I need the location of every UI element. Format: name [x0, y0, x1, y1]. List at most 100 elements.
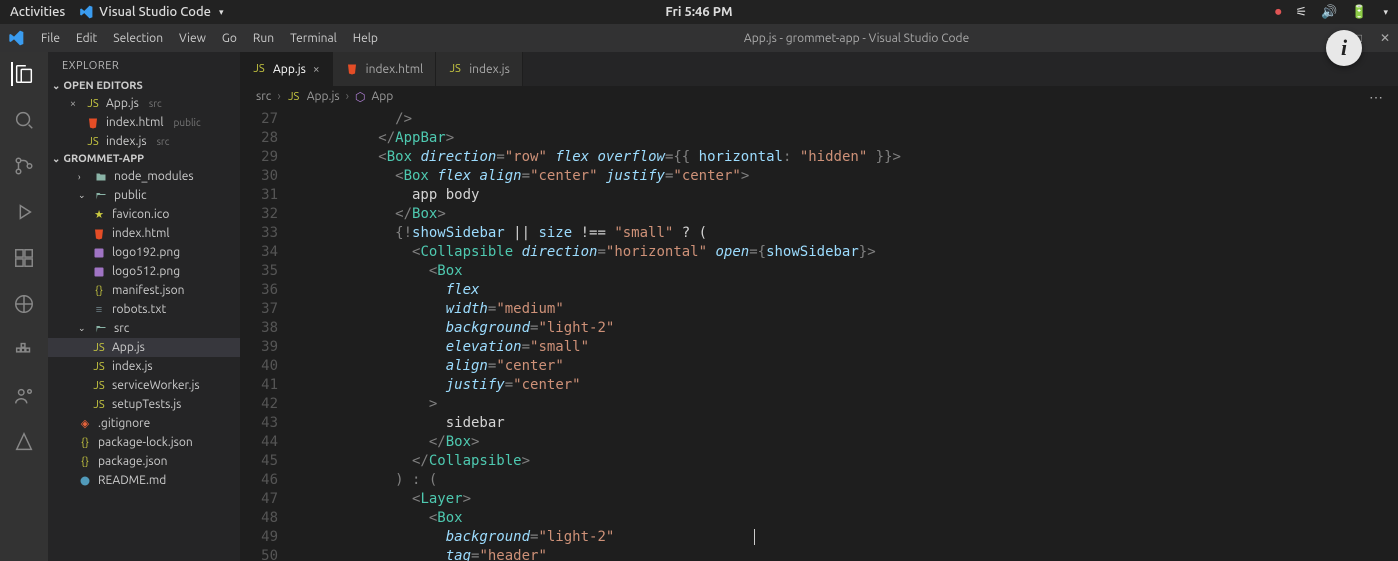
code-line[interactable]: tag="header": [294, 547, 1398, 561]
open-editor-item[interactable]: JSindex.jssrc: [48, 132, 240, 151]
window-title: App.js - grommet-app - Visual Studio Cod…: [385, 32, 1328, 45]
open-editors-header[interactable]: ⌄ OPEN EDITORS: [48, 78, 240, 94]
code-line[interactable]: flex: [294, 281, 1398, 300]
code-line[interactable]: ) : (: [294, 471, 1398, 490]
activity-azure-icon[interactable]: [12, 430, 36, 454]
system-menu-chevron-icon[interactable]: ▾: [1383, 7, 1388, 18]
tree-item[interactable]: logo512.png: [48, 262, 240, 281]
code-line[interactable]: width="medium": [294, 300, 1398, 319]
volume-icon[interactable]: 🔊: [1321, 5, 1337, 20]
screen-record-icon[interactable]: ⏺: [1275, 5, 1282, 20]
menu-terminal[interactable]: Terminal: [283, 28, 344, 49]
activity-search-icon[interactable]: [12, 108, 36, 132]
code-line[interactable]: <Box flex align="center" justify="center…: [294, 167, 1398, 186]
tree-item[interactable]: JSserviceWorker.js: [48, 376, 240, 395]
activity-docker-icon[interactable]: [12, 338, 36, 362]
project-header[interactable]: ⌄ GROMMET-APP: [48, 151, 240, 167]
close-icon[interactable]: ×: [313, 63, 320, 76]
code-content[interactable]: /> </AppBar> <Box direction="row" flex o…: [294, 108, 1398, 561]
activity-extensions-icon[interactable]: [12, 246, 36, 270]
tree-item[interactable]: JSsetupTests.js: [48, 395, 240, 414]
editor-tab[interactable]: JSApp.js×: [240, 52, 333, 86]
tree-item[interactable]: ★favicon.ico: [48, 205, 240, 224]
open-editor-item[interactable]: index.htmlpublic: [48, 113, 240, 132]
code-line[interactable]: />: [294, 110, 1398, 129]
menu-view[interactable]: View: [172, 28, 213, 49]
window-close-icon[interactable]: ✕: [1380, 31, 1390, 45]
folder-open-icon: [94, 322, 108, 336]
code-editor[interactable]: 2728293031323334353637383940414243444546…: [240, 108, 1398, 561]
code-line[interactable]: background="light-2": [294, 319, 1398, 338]
code-line[interactable]: >: [294, 395, 1398, 414]
tree-item[interactable]: {}package-lock.json: [48, 433, 240, 452]
code-line[interactable]: <Box: [294, 509, 1398, 528]
close-icon[interactable]: ×: [66, 97, 80, 111]
menu-run[interactable]: Run: [246, 28, 281, 49]
tree-item[interactable]: index.html: [48, 224, 240, 243]
editor-more-actions-icon[interactable]: ⋯: [1369, 89, 1384, 106]
code-line[interactable]: <Box direction="row" flex overflow={{ ho…: [294, 148, 1398, 167]
tree-item[interactable]: {}manifest.json: [48, 281, 240, 300]
tree-item[interactable]: JSindex.js: [48, 357, 240, 376]
code-line[interactable]: </Collapsible>: [294, 452, 1398, 471]
tree-item[interactable]: logo192.png: [48, 243, 240, 262]
code-line[interactable]: justify="center": [294, 376, 1398, 395]
breadcrumb-folder[interactable]: src: [256, 90, 271, 103]
tab-label: App.js: [273, 63, 306, 76]
tree-item[interactable]: JSApp.js: [48, 338, 240, 357]
code-line[interactable]: app body: [294, 186, 1398, 205]
file-path-meta: src: [149, 98, 162, 109]
code-line[interactable]: </Box>: [294, 433, 1398, 452]
code-line[interactable]: elevation="small": [294, 338, 1398, 357]
menu-bar: File Edit Selection View Go Run Terminal…: [34, 28, 385, 49]
activity-explorer-icon[interactable]: [11, 62, 35, 86]
code-line[interactable]: align="center": [294, 357, 1398, 376]
tree-item[interactable]: ›node_modules: [48, 167, 240, 186]
editor-tab[interactable]: JSindex.js: [436, 52, 523, 86]
open-editor-item[interactable]: ×JSApp.jssrc: [48, 94, 240, 113]
code-line[interactable]: {!showSidebar || size !== "small" ? (: [294, 224, 1398, 243]
activity-liveshare-icon[interactable]: [12, 384, 36, 408]
js-icon: JS: [92, 398, 106, 412]
clock[interactable]: Fri 5:46 PM: [665, 5, 732, 19]
code-line[interactable]: <Layer>: [294, 490, 1398, 509]
activity-scm-icon[interactable]: [12, 154, 36, 178]
file-name: src: [114, 322, 129, 335]
file-name: .gitignore: [98, 417, 150, 430]
code-line[interactable]: sidebar: [294, 414, 1398, 433]
menu-go[interactable]: Go: [215, 28, 244, 49]
activity-debug-icon[interactable]: [12, 200, 36, 224]
menu-edit[interactable]: Edit: [69, 28, 104, 49]
tree-item[interactable]: ⌄src: [48, 319, 240, 338]
open-editors-list: ×JSApp.jssrcindex.htmlpublicJSindex.jssr…: [48, 94, 240, 151]
menu-file[interactable]: File: [34, 28, 67, 49]
tree-item[interactable]: README.md: [48, 471, 240, 490]
file-name: favicon.ico: [112, 208, 169, 221]
tree-item[interactable]: {}package.json: [48, 452, 240, 471]
breadcrumb-symbol[interactable]: App: [371, 90, 393, 103]
editor-tab[interactable]: index.html: [333, 52, 437, 86]
tree-item[interactable]: ⌄public: [48, 186, 240, 205]
info-bubble-icon[interactable]: i: [1326, 30, 1362, 66]
code-line[interactable]: </Box>: [294, 205, 1398, 224]
vscode-icon: [79, 5, 93, 19]
menu-selection[interactable]: Selection: [106, 28, 170, 49]
code-line[interactable]: <Box: [294, 262, 1398, 281]
code-line[interactable]: <Collapsible direction="horizontal" open…: [294, 243, 1398, 262]
battery-icon[interactable]: 🔋: [1351, 5, 1367, 20]
code-line[interactable]: background="light-2": [294, 528, 1398, 547]
breadcrumb-file[interactable]: App.js: [307, 90, 340, 103]
code-line[interactable]: </AppBar>: [294, 129, 1398, 148]
current-app-menu[interactable]: Visual Studio Code ▾: [79, 5, 223, 19]
breadcrumbs[interactable]: src › JS App.js › ⬡ App: [240, 86, 1361, 108]
tree-chevron-icon: ⌄: [78, 190, 88, 201]
tree-item[interactable]: ◈.gitignore: [48, 414, 240, 433]
activities-button[interactable]: Activities: [10, 5, 65, 19]
wifi-icon[interactable]: ⚟: [1295, 5, 1307, 20]
tab-label: index.js: [469, 63, 510, 76]
menu-help[interactable]: Help: [346, 28, 385, 49]
line-number-gutter: 2728293031323334353637383940414243444546…: [240, 108, 294, 561]
folder-icon: [94, 170, 108, 184]
activity-remote-icon[interactable]: [12, 292, 36, 316]
tree-item[interactable]: ≡robots.txt: [48, 300, 240, 319]
